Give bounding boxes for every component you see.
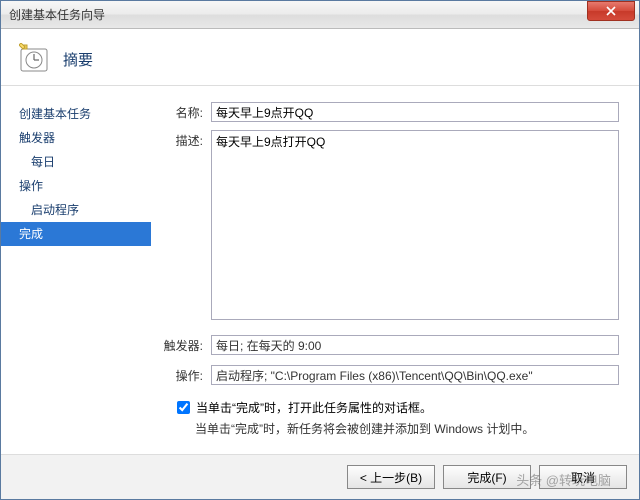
desc-row: 描述: [159,130,619,323]
action-row: 操作: [159,365,619,385]
trigger-row: 触发器: [159,335,619,355]
page-title: 摘要 [63,49,93,70]
trigger-label: 触发器: [159,335,211,355]
desc-input[interactable] [211,130,619,320]
finish-button[interactable]: 完成(F) [443,465,531,489]
desc-label: 描述: [159,130,211,323]
content-area: 摘要 创建基本任务触发器每日操作启动程序完成 名称: 描述: 触发器: 操作: [1,29,639,499]
info-text: 当单击“完成”时，新任务将会被创建并添加到 Windows 计划中。 [195,420,619,437]
cancel-button[interactable]: 取消 [539,465,627,489]
action-value [211,365,619,385]
wizard-window: 创建基本任务向导 摘要 创建基本任务触发器每日操作启动程序完成 名称: [0,0,640,500]
open-props-row: 当单击“完成”时，打开此任务属性的对话框。 [177,399,619,416]
name-label: 名称: [159,102,211,122]
open-props-label: 当单击“完成”时，打开此任务属性的对话框。 [196,399,432,416]
sidebar-item-1[interactable]: 触发器 [1,126,151,150]
open-props-checkbox[interactable] [177,401,190,414]
titlebar: 创建基本任务向导 [1,1,639,29]
main-panel: 名称: 描述: 触发器: 操作: 当单击“完成”时，打开此任务属性 [151,86,639,454]
name-input[interactable] [211,102,619,122]
close-button[interactable] [587,1,635,21]
sidebar-item-5[interactable]: 完成 [1,222,151,246]
sidebar-item-3[interactable]: 操作 [1,174,151,198]
sidebar-item-2[interactable]: 每日 [1,150,151,174]
wizard-footer: < 上一步(B) 完成(F) 取消 [1,454,639,499]
wizard-body: 创建基本任务触发器每日操作启动程序完成 名称: 描述: 触发器: 操作: [1,86,639,454]
wizard-sidebar: 创建基本任务触发器每日操作启动程序完成 [1,86,151,454]
wizard-header: 摘要 [1,29,639,86]
trigger-value [211,335,619,355]
sidebar-item-4[interactable]: 启动程序 [1,198,151,222]
action-label: 操作: [159,365,211,385]
sidebar-item-0[interactable]: 创建基本任务 [1,102,151,126]
name-row: 名称: [159,102,619,122]
task-icon [19,43,51,75]
close-icon [606,6,616,16]
window-title: 创建基本任务向导 [9,6,587,23]
back-button[interactable]: < 上一步(B) [347,465,435,489]
